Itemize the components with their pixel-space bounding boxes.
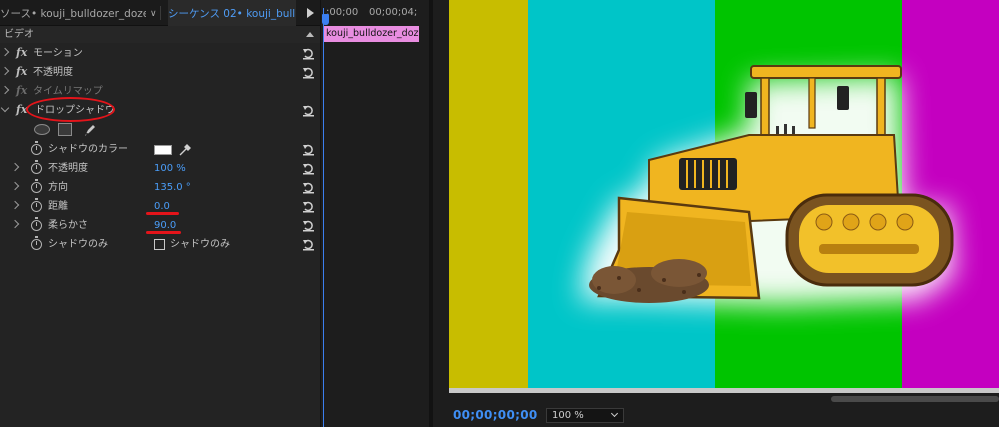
video-frame[interactable] <box>449 0 999 389</box>
horizontal-scrollbar[interactable] <box>831 396 999 402</box>
ruler-timecode-start: ;00;00 <box>326 7 359 18</box>
tab-divider <box>160 6 161 20</box>
ellipse-mask-icon[interactable] <box>34 124 50 135</box>
shadow-color-swatch[interactable] <box>154 145 172 155</box>
chevron-down-icon[interactable]: ∨ <box>150 0 157 26</box>
reset-icon[interactable] <box>302 238 315 251</box>
effect-controls-timeline: ;00;00 00;00;04; kouji_bulldozer_doz <box>320 0 421 427</box>
property-row-shadow-color[interactable]: シャドウのカラー <box>0 140 320 159</box>
clip-bar[interactable]: kouji_bulldozer_doz <box>323 26 419 42</box>
collapse-up-icon[interactable] <box>306 32 314 37</box>
time-ruler[interactable]: ;00;00 00;00;04; <box>321 0 421 26</box>
expand-chevron-icon[interactable] <box>0 66 10 76</box>
reset-icon[interactable] <box>302 143 315 156</box>
zoom-dropdown[interactable]: 100 % <box>546 408 624 423</box>
property-label-direction: 方向 <box>48 182 68 193</box>
tab-source[interactable]: ソース• kouji_bulldozer_doze... <box>0 0 146 26</box>
annotation-circle <box>26 97 115 122</box>
expand-chevron-icon[interactable] <box>0 47 10 57</box>
expand-chevron-icon[interactable] <box>0 85 10 95</box>
stopwatch-icon[interactable] <box>31 179 42 193</box>
annotation-underline-softness <box>146 231 181 234</box>
expand-chevron-icon[interactable] <box>10 181 20 191</box>
reset-icon[interactable] <box>302 47 315 60</box>
reset-icon[interactable] <box>302 162 315 175</box>
ruler-timecode-end: 00;00;04; <box>369 7 418 18</box>
effect-label-opacity: 不透明度 <box>33 67 73 78</box>
property-label-opacity: 不透明度 <box>48 163 88 174</box>
opacity-value[interactable]: 100 % <box>154 159 186 178</box>
reset-icon[interactable] <box>302 66 315 79</box>
property-label-shadow-color: シャドウのカラー <box>48 144 128 155</box>
annotation-underline-distance <box>146 212 179 215</box>
expand-chevron-icon[interactable] <box>10 200 20 210</box>
shadow-only-checkbox[interactable] <box>154 239 165 250</box>
effect-label-motion: モーション <box>33 48 83 59</box>
direction-value[interactable]: 135.0 ° <box>154 178 191 197</box>
property-row-shadow-only[interactable]: シャドウのみ シャドウのみ <box>0 235 320 254</box>
property-label-softness: 柔らかさ <box>48 220 88 231</box>
reset-icon[interactable] <box>302 181 315 194</box>
property-row-opacity[interactable]: 不透明度 100 % <box>0 159 320 178</box>
effect-row-opacity[interactable]: fx 不透明度 <box>0 63 320 82</box>
shadow-only-checkbox-label[interactable]: シャドウのみ <box>170 235 230 254</box>
effect-row-motion[interactable]: fx モーション <box>0 44 320 63</box>
video-section-header[interactable]: ビデオ <box>0 26 320 43</box>
reset-icon[interactable] <box>302 200 315 213</box>
expand-chevron-icon[interactable] <box>10 162 20 172</box>
stopwatch-icon[interactable] <box>31 160 42 174</box>
collapse-chevron-icon[interactable] <box>0 103 10 113</box>
pen-mask-icon[interactable] <box>82 122 98 138</box>
section-label: ビデオ <box>4 29 34 40</box>
fx-icon[interactable]: fx <box>16 46 27 59</box>
monitor-bottom-strip <box>449 388 999 393</box>
program-monitor: 00;00;00;00 100 % <box>433 0 999 427</box>
effect-controls-panel: ソース• kouji_bulldozer_doze... ∨ シーケンス 02•… <box>0 0 320 427</box>
play-icon[interactable] <box>307 8 314 18</box>
playhead[interactable] <box>322 8 329 427</box>
playhead-handle[interactable] <box>322 14 329 25</box>
fx-icon[interactable]: fx <box>16 65 27 78</box>
bulldozer-image <box>579 65 954 305</box>
expand-chevron-icon[interactable] <box>10 219 20 229</box>
eyedropper-icon[interactable] <box>178 143 192 157</box>
stopwatch-icon[interactable] <box>31 141 42 155</box>
zoom-value: 100 % <box>552 410 584 421</box>
stopwatch-icon[interactable] <box>31 217 42 231</box>
tab-sequence[interactable]: シーケンス 02• kouji_bull... <box>168 0 296 26</box>
stopwatch-icon[interactable] <box>31 236 42 250</box>
property-label-shadow-only: シャドウのみ <box>48 239 108 250</box>
property-label-distance: 距離 <box>48 201 68 212</box>
reset-icon[interactable] <box>302 219 315 232</box>
reset-icon[interactable] <box>302 104 315 117</box>
chevron-down-icon[interactable] <box>610 409 619 418</box>
stopwatch-icon[interactable] <box>31 198 42 212</box>
mask-tools <box>0 120 320 140</box>
fx-icon: fx <box>16 84 28 97</box>
rectangle-mask-icon[interactable] <box>58 123 72 136</box>
playhead-timecode[interactable]: 00;00;00;00 <box>453 408 538 422</box>
panel-tab-bar: ソース• kouji_bulldozer_doze... ∨ シーケンス 02•… <box>0 0 320 26</box>
property-row-direction[interactable]: 方向 135.0 ° <box>0 178 320 197</box>
